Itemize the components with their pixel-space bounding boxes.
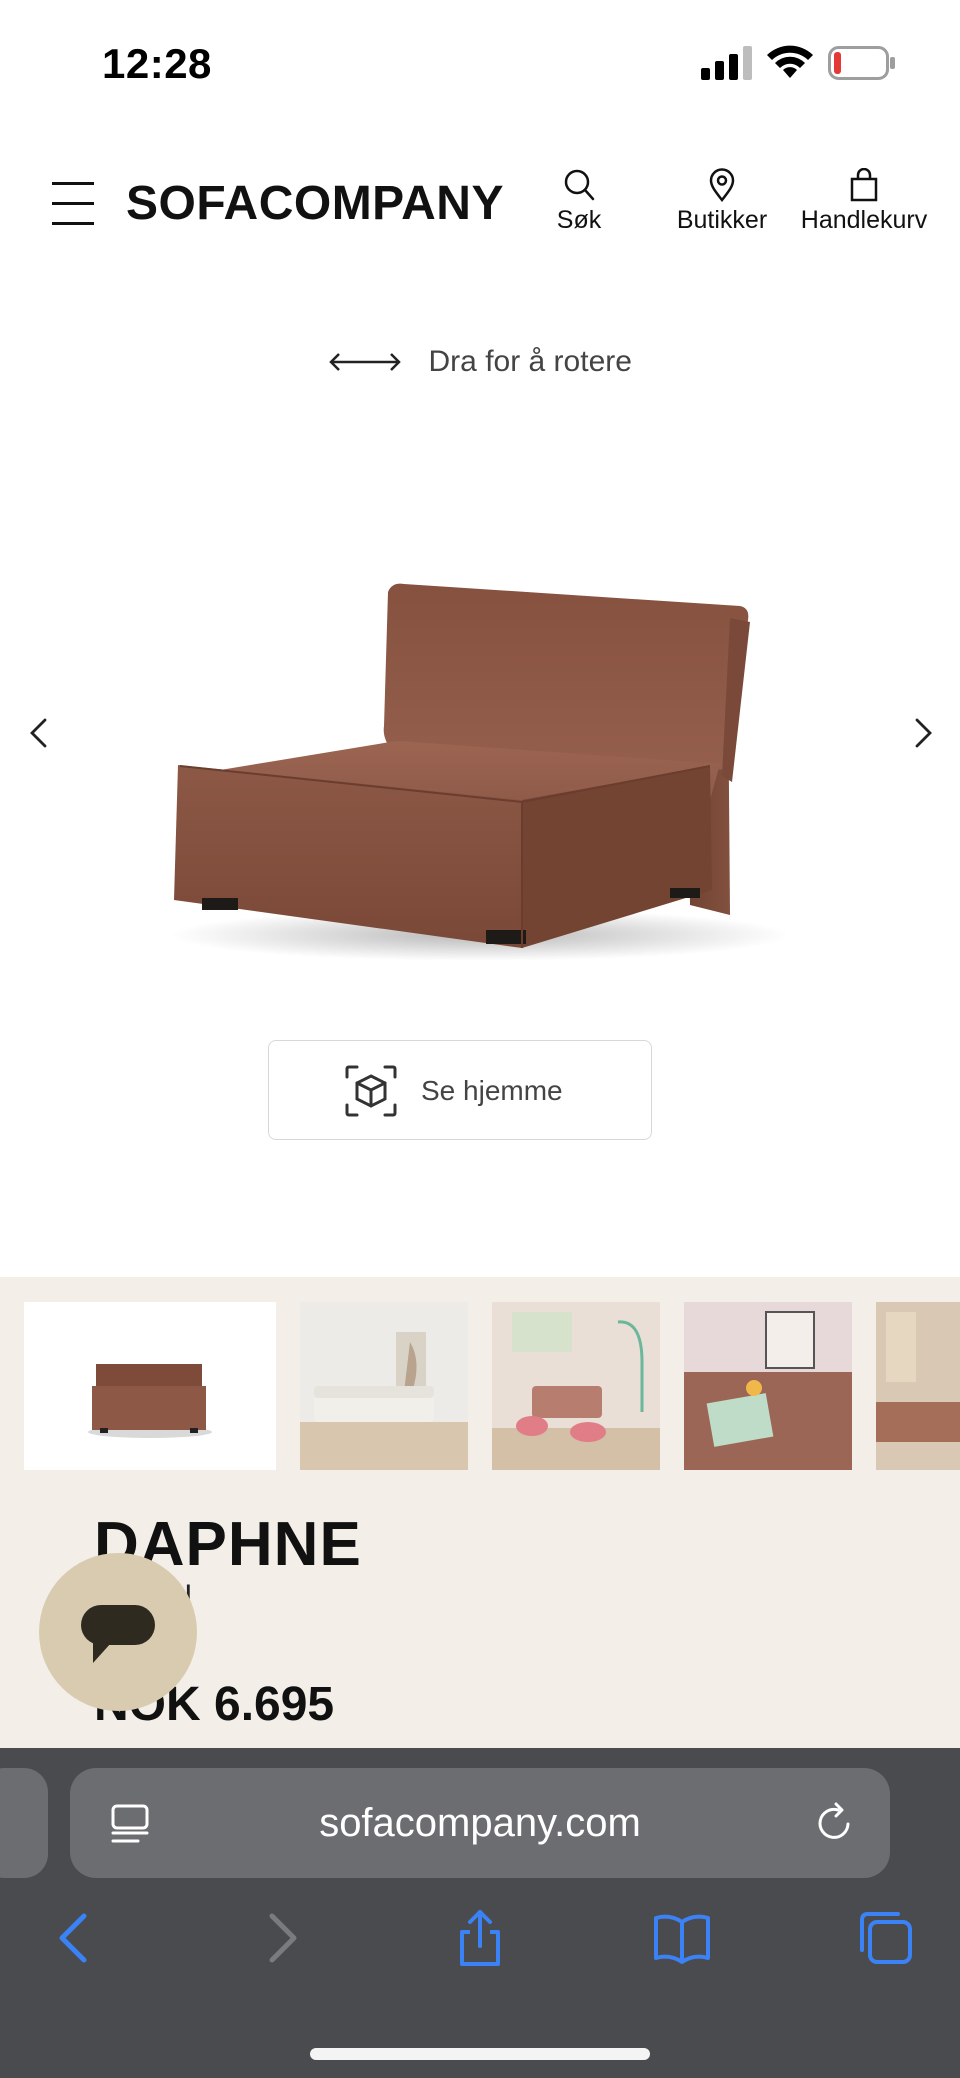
wifi-icon — [767, 45, 813, 78]
thumbnail-strip[interactable] — [24, 1302, 960, 1470]
hamburger-menu-icon[interactable] — [52, 182, 94, 226]
thumbnail-item[interactable] — [24, 1302, 276, 1470]
site-header: SOFACOMPANY Søk Butikker Handlekurv — [0, 150, 960, 260]
cellular-signal-icon — [701, 46, 752, 80]
location-pin-icon — [709, 168, 735, 202]
bookmarks-button[interactable] — [652, 1908, 712, 1968]
nav-stores[interactable]: Butikker — [670, 168, 774, 235]
home-indicator[interactable] — [310, 2048, 650, 2060]
thumbnail-item[interactable] — [300, 1302, 468, 1470]
browser-toolbar: sofacompany.com — [0, 1748, 960, 2078]
nav-search-label: Søk — [556, 206, 602, 234]
nav-stores-label: Butikker — [676, 206, 768, 234]
site-logo[interactable]: SOFACOMPANY — [126, 176, 504, 231]
thumbnail-item[interactable] — [684, 1302, 852, 1470]
see-at-home-label: Se hjemme — [421, 1075, 563, 1106]
browser-forward-button[interactable] — [250, 1908, 310, 1968]
nav-cart-label: Handlekurv — [800, 206, 928, 234]
browser-back-button[interactable] — [46, 1908, 106, 1968]
forward-arrow-icon — [269, 1913, 297, 1963]
chevron-left-icon[interactable] — [22, 716, 56, 750]
nav-cart[interactable]: Handlekurv — [795, 168, 933, 235]
shopping-bag-icon — [850, 168, 878, 202]
address-bar[interactable]: sofacompany.com — [70, 1768, 890, 1878]
product-fine-print: ... — [94, 1737, 112, 1748]
battery-low-icon — [828, 46, 895, 80]
search-icon — [564, 169, 595, 201]
rotate-hint-text: Dra for å rotere — [428, 345, 632, 378]
url-text: sofacompany.com — [319, 1801, 641, 1845]
thumbnail-item[interactable] — [492, 1302, 660, 1470]
back-arrow-icon — [59, 1913, 87, 1963]
chat-bubble-icon — [81, 1605, 155, 1663]
thumbnail-item[interactable] — [876, 1302, 960, 1470]
product-3d-viewer[interactable] — [0, 460, 960, 1000]
share-button[interactable] — [450, 1908, 510, 1968]
status-bar: 12:28 — [0, 0, 960, 120]
share-icon — [460, 1910, 500, 1966]
double-arrow-icon — [329, 353, 401, 371]
tabs-icon — [860, 1912, 912, 1964]
chevron-right-icon[interactable] — [906, 716, 940, 750]
nav-search[interactable]: Søk — [554, 168, 604, 235]
tabs-button[interactable] — [856, 1908, 916, 1968]
ar-cube-icon — [345, 1065, 397, 1117]
chat-button[interactable] — [39, 1553, 197, 1711]
status-time: 12:28 — [102, 40, 212, 87]
sofa-module-image — [170, 583, 790, 960]
previous-tab-preview[interactable] — [0, 1768, 48, 1878]
see-at-home-button[interactable]: Se hjemme — [268, 1040, 652, 1140]
rotate-hint: Dra for å rotere — [0, 345, 960, 379]
bookmarks-icon — [654, 1914, 710, 1964]
reload-icon[interactable] — [814, 1802, 856, 1844]
